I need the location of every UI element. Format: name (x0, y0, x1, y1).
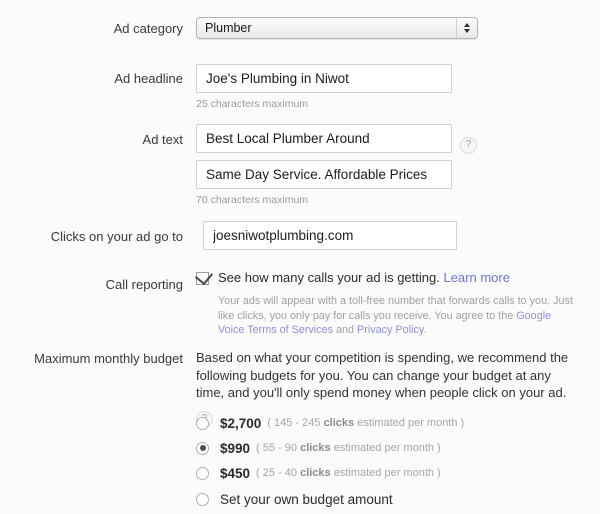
estimate-prefix-0: ( 145 - 245 (267, 417, 324, 429)
disclaimer-text-3: . (423, 324, 427, 336)
budget-estimate-1: ( 55 - 90 clicks estimated per month ) (256, 442, 441, 454)
ad-category-selected-value: Plumber (205, 21, 252, 35)
ad-category-select[interactable]: Plumber (196, 17, 478, 39)
budget-option-row[interactable]: $990 ( 55 - 90 clicks estimated per mont… (196, 439, 441, 457)
budget-label: Maximum monthly budget (34, 351, 183, 366)
budget-estimate-2: ( 25 - 40 clicks estimated per month ) (256, 467, 441, 479)
estimate-prefix-1: ( 55 - 90 (256, 442, 301, 454)
estimate-suffix-2: estimated per month ) (330, 467, 441, 479)
budget-custom-option-row[interactable]: Set your own budget amount (196, 490, 393, 508)
disclaimer-text-2: and (333, 324, 358, 336)
budget-amount-2: $450 (220, 465, 251, 481)
budget-description: Based on what your competition is spendi… (196, 350, 569, 400)
budget-estimate-0: ( 145 - 245 clicks estimated per month ) (267, 417, 464, 429)
budget-radio-2[interactable] (196, 466, 209, 480)
call-reporting-checkbox[interactable] (194, 266, 214, 285)
ad-text-hint: 70 characters maximum (196, 194, 309, 206)
budget-option-row[interactable]: $2,700 ( 145 - 245 clicks estimated per … (196, 414, 464, 432)
estimate-bold-0: clicks (323, 417, 355, 429)
estimate-bold-2: clicks (300, 467, 331, 479)
ad-category-field: Plumber (196, 17, 478, 39)
budget-radio-custom[interactable] (196, 492, 209, 506)
budget-radio-1[interactable] (196, 441, 209, 455)
privacy-policy-link[interactable]: Privacy Policy (357, 324, 423, 336)
budget-amount-0: $2,700 (220, 415, 262, 431)
chevron-updown-icon[interactable] (456, 18, 477, 38)
learn-more-link[interactable]: Learn more (443, 270, 509, 285)
destination-field (203, 221, 457, 250)
ad-text-help-icon[interactable]: ? (460, 137, 477, 154)
ad-text-line1-input[interactable] (196, 124, 452, 153)
ad-text-line2-input[interactable] (196, 160, 452, 189)
ad-headline-label: Ad headline (114, 71, 183, 86)
call-reporting-checkbox-label: See how many calls your ad is getting. L… (218, 270, 510, 286)
ad-headline-hint: 25 characters maximum (196, 98, 309, 110)
estimate-suffix-0: estimated per month ) (354, 417, 465, 429)
triangle-up-icon (464, 23, 470, 27)
ad-headline-input[interactable] (196, 64, 452, 93)
check-icon (194, 266, 214, 285)
ad-creation-form: Ad category Plumber Ad headline 25 chara… (0, 0, 600, 514)
call-reporting-disclaimer: Your ads will appear with a toll-free nu… (218, 294, 574, 338)
budget-radio-0[interactable] (196, 416, 209, 430)
destination-url-input[interactable] (203, 221, 457, 250)
ad-category-label: Ad category (113, 21, 183, 36)
estimate-prefix-2: ( 25 - 40 (256, 467, 301, 479)
call-reporting-field: See how many calls your ad is getting. L… (194, 266, 574, 338)
budget-custom-label: Set your own budget amount (220, 491, 393, 507)
triangle-down-icon (464, 29, 470, 33)
budget-option-row[interactable]: $450 ( 25 - 40 clicks estimated per mont… (196, 464, 441, 482)
estimate-suffix-1: estimated per month ) (330, 442, 441, 454)
ad-text-label: Ad text (142, 132, 183, 147)
estimate-bold-1: clicks (300, 442, 331, 454)
destination-label: Clicks on your ad go to (50, 229, 183, 244)
ad-headline-field: 25 characters maximum (196, 64, 452, 111)
call-reporting-text: See how many calls your ad is getting. (218, 270, 440, 285)
ad-text-field: 70 characters maximum (196, 124, 600, 207)
call-reporting-label: Call reporting (105, 277, 183, 292)
budget-amount-1: $990 (220, 440, 251, 456)
